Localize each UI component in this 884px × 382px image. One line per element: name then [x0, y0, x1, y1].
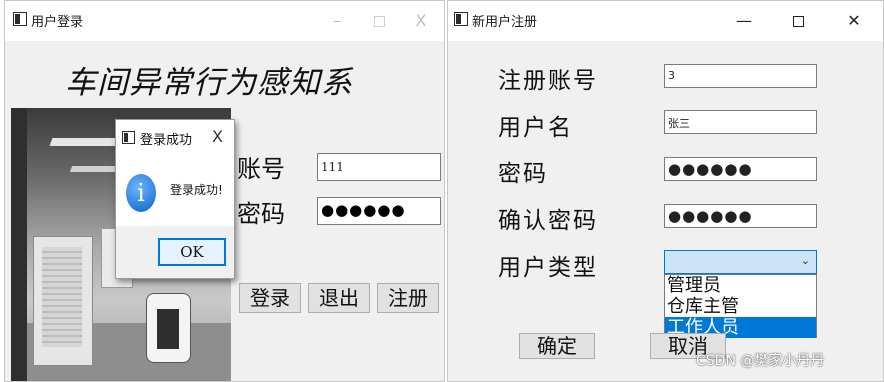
- close-button[interactable]: ✕: [834, 7, 874, 35]
- register-titlebar[interactable]: 新用户注册 — ✕: [448, 1, 883, 41]
- ok-button[interactable]: OK: [158, 238, 226, 266]
- dialog-title: 登录成功: [140, 133, 193, 148]
- register-button[interactable]: 注册: [377, 283, 439, 313]
- dialog-message: 登录成功!: [170, 183, 223, 197]
- register-account-input[interactable]: 3: [664, 64, 817, 88]
- maximize-icon: [792, 16, 804, 27]
- username-input[interactable]: 张三: [664, 110, 817, 134]
- dialog-close-button[interactable]: X: [212, 127, 223, 146]
- username-label: 用户名: [498, 115, 573, 141]
- register-password-label: 密码: [498, 161, 548, 187]
- usertype-option[interactable]: 管理员: [665, 275, 816, 296]
- exit-button[interactable]: 退出: [308, 283, 370, 313]
- app-icon: [13, 12, 27, 26]
- password-label: 密码: [237, 200, 285, 228]
- account-input[interactable]: 111: [317, 153, 441, 181]
- usertype-option[interactable]: 仓库主管: [665, 296, 816, 317]
- login-window-title: 用户登录: [31, 15, 84, 30]
- confirm-password-label: 确认密码: [498, 208, 598, 234]
- minimize-button[interactable]: —: [724, 7, 764, 35]
- register-window: 新用户注册 — ✕ 注册账号 3 用户名 张三 密码 ●●●●●● 确认密码 ●…: [447, 0, 884, 382]
- minimize-button[interactable]: –: [317, 7, 357, 35]
- register-window-title: 新用户注册: [472, 15, 538, 30]
- login-titlebar[interactable]: 用户登录 – X: [5, 1, 444, 41]
- password-input[interactable]: ●●●●●●: [317, 197, 441, 225]
- maximize-icon: [373, 16, 385, 27]
- usertype-label: 用户类型: [498, 255, 598, 281]
- confirm-password-input[interactable]: ●●●●●●: [664, 204, 817, 228]
- app-icon: [454, 12, 468, 26]
- close-button[interactable]: X: [401, 7, 441, 35]
- register-password-input[interactable]: ●●●●●●: [664, 157, 817, 181]
- usertype-combobox[interactable]: ⌄: [664, 250, 817, 274]
- usertype-dropdown-list[interactable]: 管理员 仓库主管 工作人员: [664, 274, 817, 338]
- watermark: CSDN @樊家小丹丹: [696, 353, 825, 369]
- maximize-button[interactable]: [778, 7, 818, 35]
- dialog-titlebar[interactable]: 登录成功 X: [116, 120, 234, 156]
- chevron-down-icon[interactable]: ⌄: [801, 254, 810, 267]
- info-icon: i: [126, 174, 156, 212]
- register-account-label: 注册账号: [498, 68, 598, 94]
- maximize-button[interactable]: [359, 7, 399, 35]
- login-success-dialog: 登录成功 X i 登录成功! OK: [115, 119, 235, 279]
- account-label: 账号: [237, 155, 285, 183]
- login-window: 用户登录 – X 车间异常行为感知系统 账号 111 密码 ●●●●●● 登录 …: [4, 0, 445, 382]
- login-button[interactable]: 登录: [239, 283, 301, 313]
- dialog-app-icon: [122, 131, 135, 144]
- confirm-button[interactable]: 确定: [519, 333, 595, 359]
